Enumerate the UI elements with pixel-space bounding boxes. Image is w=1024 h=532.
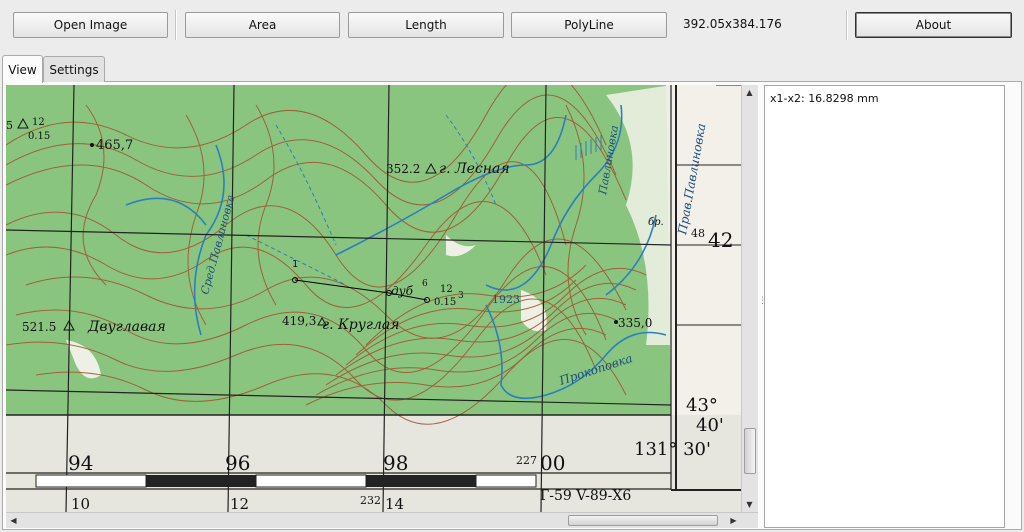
scroll-down-arrow-icon[interactable]: ▼ xyxy=(742,497,757,512)
area-button[interactable]: Area xyxy=(185,12,340,38)
vertical-scrollbar[interactable]: ▲ ▼ xyxy=(741,85,758,512)
toolbar-separator xyxy=(846,10,848,40)
map-label: 1923 xyxy=(492,293,520,306)
about-button[interactable]: About xyxy=(855,12,1012,38)
frame-scale-bar xyxy=(35,474,537,488)
map-label-grid: 94 xyxy=(68,451,93,475)
map-label-grid: 00 xyxy=(540,451,565,475)
map-label-grid: 14 xyxy=(385,495,404,512)
map-label: 12 xyxy=(32,117,45,128)
scroll-left-arrow-icon[interactable]: ◀ xyxy=(6,513,21,528)
map-label-elevation: 352.2 xyxy=(386,162,420,176)
map-label: 12 xyxy=(440,284,453,295)
horizontal-scrollbar[interactable]: ◀ ▶ xyxy=(6,512,758,528)
map-label-elevation: 465,7 xyxy=(96,138,133,153)
output-log[interactable]: x1-x2: 16.8298 mm xyxy=(764,85,1005,528)
length-button[interactable]: Length xyxy=(348,12,504,38)
map-label-elevation: 335,0 xyxy=(618,316,652,330)
elevation-dot xyxy=(90,143,94,147)
map-label-latitude: 43° xyxy=(686,395,718,416)
map-label-grid: 227 xyxy=(516,454,537,467)
map-label-grid: 232 xyxy=(360,494,381,507)
map-label-elevation: 5 xyxy=(6,119,13,132)
vertical-scroll-thumb[interactable] xyxy=(744,428,756,474)
scroll-right-arrow-icon[interactable]: ▶ xyxy=(726,513,741,528)
horizontal-scroll-thumb[interactable] xyxy=(568,515,718,526)
map-label-grid: 12 xyxy=(230,495,249,512)
map-label: 0.15 xyxy=(28,131,50,142)
polyline-button[interactable]: PolyLine xyxy=(511,12,667,38)
map-label-grid: 10 xyxy=(71,495,90,512)
map-label-sheet: Г-59 V-89-Х6 xyxy=(540,488,631,504)
measure-point-label: 1 xyxy=(292,259,298,270)
map-label-elevation: 521.5 xyxy=(22,320,56,334)
map-label-peak: г. Лесная xyxy=(439,161,510,177)
log-line: x1-x2: 16.8298 mm xyxy=(770,92,879,105)
map-label: бр. xyxy=(648,217,664,228)
tab-settings[interactable]: Settings xyxy=(43,56,105,82)
map-label: 0.15 xyxy=(434,297,456,308)
cursor-coordinates: 392.05x384.176 xyxy=(683,17,782,31)
map-view[interactable]: 5 12 0.15 465,7 352.2 г. Лесная Сред.Пав… xyxy=(6,85,741,512)
toolbar-separator xyxy=(175,10,177,40)
map-label-grid: 98 xyxy=(383,451,408,475)
map-label-grid: 42 xyxy=(708,228,733,252)
toolbar: Open Image Area Length PolyLine 392.05x3… xyxy=(0,0,1024,50)
map-label: 3 xyxy=(458,291,464,301)
map-label-elevation: 419,3 xyxy=(282,314,316,328)
tab-view[interactable]: View xyxy=(2,55,43,83)
scroll-up-arrow-icon[interactable]: ▲ xyxy=(742,85,757,100)
map-label-grid: 96 xyxy=(225,451,250,475)
map-label: 6 xyxy=(422,279,428,289)
map-image[interactable]: 5 12 0.15 465,7 352.2 г. Лесная Сред.Пав… xyxy=(6,85,741,512)
map-label-peak: г. Круглая xyxy=(322,317,400,333)
map-label-latitude: 40' xyxy=(696,415,724,436)
open-image-button[interactable]: Open Image xyxy=(13,12,168,38)
map-label-peak: Двуглавая xyxy=(87,319,166,335)
map-label-longitude: 131° 30' xyxy=(634,439,711,460)
map-label: 48 xyxy=(691,227,705,240)
